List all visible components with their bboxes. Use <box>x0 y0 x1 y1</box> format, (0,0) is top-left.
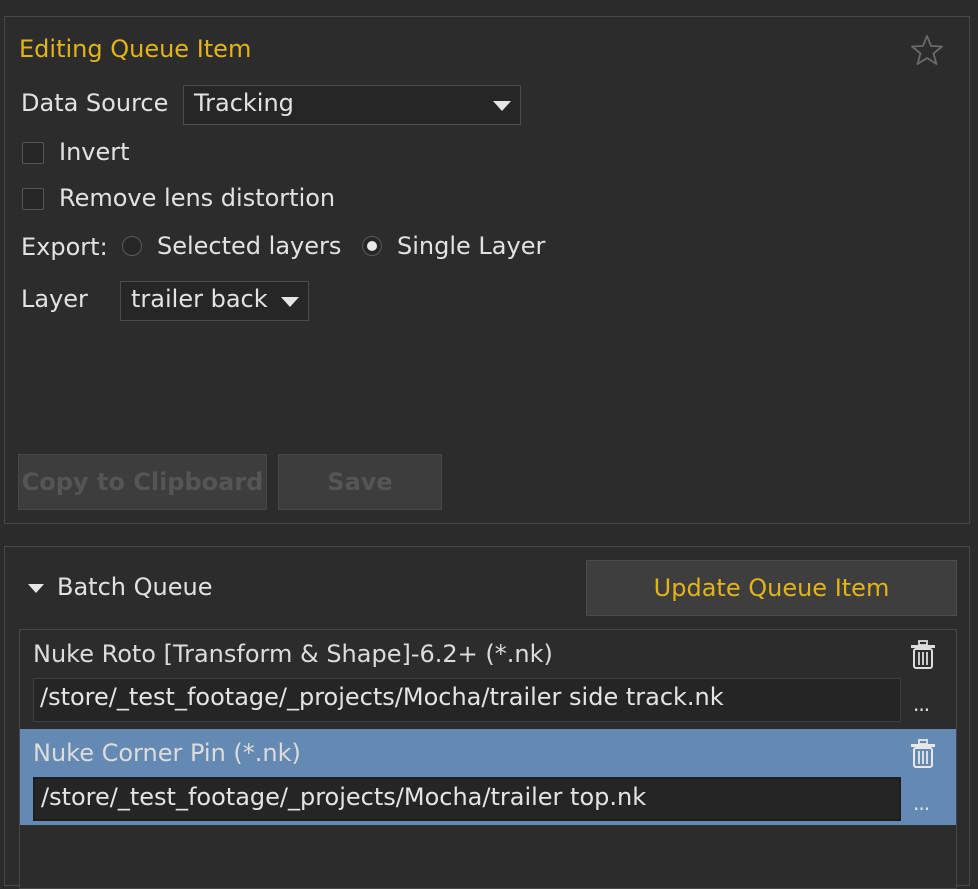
selected-layers-radio[interactable] <box>122 236 142 256</box>
queue-item-path-field[interactable]: /store/_test_footage/_projects/Mocha/tra… <box>33 678 901 722</box>
layer-label: Layer <box>21 285 88 313</box>
data-source-label: Data Source <box>21 89 169 117</box>
queue-item-path-field[interactable]: /store/_test_footage/_projects/Mocha/tra… <box>33 777 901 821</box>
copy-to-clipboard-button[interactable]: Copy to Clipboard <box>18 454 267 510</box>
star-icon[interactable] <box>910 33 944 67</box>
layer-select[interactable]: trailer back <box>120 281 309 321</box>
queue-list: Nuke Roto [Transform & Shape]-6.2+ (*.nk… <box>19 629 957 889</box>
remove-lens-distortion-checkbox[interactable] <box>22 188 44 210</box>
remove-lens-distortion-label: Remove lens distortion <box>59 184 336 212</box>
batch-queue-title[interactable]: Batch Queue <box>57 573 212 601</box>
invert-checkbox[interactable] <box>22 142 44 164</box>
layer-value: trailer back <box>131 285 268 313</box>
queue-item-name: Nuke Roto [Transform & Shape]-6.2+ (*.nk… <box>33 640 553 668</box>
disclosure-triangle-icon[interactable] <box>28 584 44 593</box>
chevron-down-icon <box>493 101 511 111</box>
queue-item-name: Nuke Corner Pin (*.nk) <box>33 739 301 767</box>
trash-icon[interactable] <box>909 739 937 769</box>
editing-queue-item-panel: Editing Queue Item Data Source Tracking … <box>4 16 970 524</box>
trash-icon[interactable] <box>909 640 937 670</box>
browse-button[interactable]: ... <box>913 692 930 716</box>
update-queue-item-button[interactable]: Update Queue Item <box>586 560 957 616</box>
single-layer-label: Single Layer <box>397 232 546 260</box>
batch-queue-panel: Batch Queue Update Queue Item Nuke Roto … <box>4 546 970 889</box>
queue-item-selected[interactable]: Nuke Corner Pin (*.nk) /store/_test_foot… <box>20 729 956 825</box>
chevron-down-icon <box>281 297 299 307</box>
queue-item[interactable]: Nuke Roto [Transform & Shape]-6.2+ (*.nk… <box>20 630 956 726</box>
browse-button[interactable]: ... <box>913 791 930 815</box>
single-layer-radio[interactable] <box>362 236 382 256</box>
data-source-value: Tracking <box>194 89 294 117</box>
export-label: Export: <box>21 233 108 261</box>
save-button[interactable]: Save <box>278 454 442 510</box>
data-source-select[interactable]: Tracking <box>183 85 521 125</box>
selected-layers-label: Selected layers <box>157 232 342 260</box>
panel-title: Editing Queue Item <box>19 35 252 63</box>
invert-label: Invert <box>59 138 130 166</box>
